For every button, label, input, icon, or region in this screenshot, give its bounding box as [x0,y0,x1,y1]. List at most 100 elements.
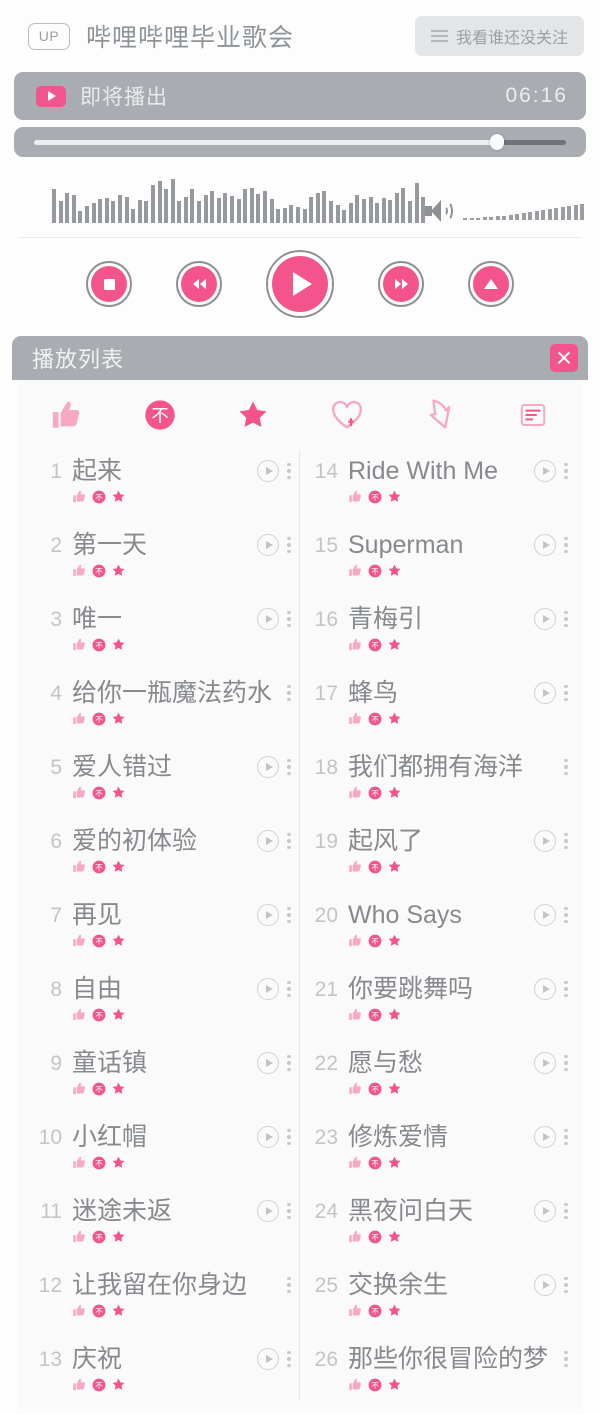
row-badge-thumbs-up-icon[interactable] [348,1303,363,1323]
row-badge-star-icon[interactable] [387,933,402,953]
row-badge-thumbs-up-icon[interactable] [348,1155,363,1175]
playlist-row[interactable]: 5 爱人错过不 [32,746,291,820]
row-badge-dislike-circle-icon[interactable]: 不 [92,638,106,657]
row-badge-dislike-circle-icon[interactable]: 不 [92,1378,106,1397]
playlist-row[interactable]: 13 庆祝不 [32,1338,291,1410]
track-play-icon[interactable] [534,1052,556,1074]
volume-bar[interactable] [489,217,494,220]
track-play-icon[interactable] [534,1274,556,1296]
playlist-row[interactable]: 19 起风了不 [308,820,568,894]
track-more-icon[interactable] [287,758,291,776]
row-badge-star-icon[interactable] [111,637,126,657]
row-badge-star-icon[interactable] [387,637,402,657]
playlist-row[interactable]: 23 修炼爱情不 [308,1116,568,1190]
row-badge-dislike-circle-icon[interactable]: 不 [92,786,106,805]
track-play-icon[interactable] [257,1348,279,1370]
row-badge-dislike-circle-icon[interactable]: 不 [368,1082,382,1101]
track-play-icon[interactable] [257,1126,279,1148]
track-more-icon[interactable] [287,1202,291,1220]
row-badge-thumbs-up-icon[interactable] [72,1155,87,1175]
playlist-row[interactable]: 10 小红帽不 [32,1116,291,1190]
volume-level-bars[interactable] [463,202,585,220]
playlist-row[interactable]: 14 Ride With Me 不 [308,450,568,524]
track-more-icon[interactable] [564,1350,568,1368]
track-play-icon[interactable] [257,534,279,556]
row-badge-dislike-circle-icon[interactable]: 不 [368,564,382,583]
volume-bar[interactable] [515,214,520,220]
row-badge-thumbs-up-icon[interactable] [348,1007,363,1027]
playlist-row[interactable]: 4 给你一瓶魔法药水不 [32,672,291,746]
thumbs-up-icon[interactable] [46,394,88,436]
track-play-icon[interactable] [534,534,556,556]
track-play-icon[interactable] [534,978,556,1000]
volume-bar[interactable] [573,205,578,220]
track-more-icon[interactable] [564,1128,568,1146]
row-badge-dislike-circle-icon[interactable]: 不 [92,1082,106,1101]
playlist-row[interactable]: 15 Superman 不 [308,524,568,598]
row-badge-dislike-circle-icon[interactable]: 不 [92,564,106,583]
playlist-row[interactable]: 16 青梅引不 [308,598,568,672]
row-badge-dislike-circle-icon[interactable]: 不 [92,860,106,879]
row-badge-star-icon[interactable] [387,1081,402,1101]
track-play-icon[interactable] [257,1052,279,1074]
track-play-icon[interactable] [257,1200,279,1222]
row-badge-star-icon[interactable] [111,1155,126,1175]
volume-bar[interactable] [534,211,539,220]
track-more-icon[interactable] [564,1054,568,1072]
track-more-icon[interactable] [564,832,568,850]
track-more-icon[interactable] [564,1276,568,1294]
row-badge-star-icon[interactable] [111,1229,126,1249]
track-play-icon[interactable] [534,830,556,852]
playlist-row[interactable]: 7 再见不 [32,894,291,968]
row-badge-star-icon[interactable] [111,1377,126,1397]
volume-bar[interactable] [463,218,468,220]
eject-button[interactable] [468,261,514,307]
playlist-row[interactable]: 6 爱的初体验不 [32,820,291,894]
dislike-circle-icon[interactable]: 不 [139,394,181,436]
row-badge-star-icon[interactable] [111,859,126,879]
row-badge-dislike-circle-icon[interactable]: 不 [368,1156,382,1175]
row-badge-star-icon[interactable] [387,1229,402,1249]
share-arrow-icon[interactable] [419,394,461,436]
volume-bar[interactable] [547,209,552,220]
row-badge-thumbs-up-icon[interactable] [72,563,87,583]
track-play-icon[interactable] [257,830,279,852]
volume-bar[interactable] [580,204,585,220]
track-more-icon[interactable] [287,980,291,998]
playlist-row[interactable]: 25 交换余生不 [308,1264,568,1338]
playlist-row[interactable]: 8 自由不 [32,968,291,1042]
row-badge-dislike-circle-icon[interactable]: 不 [368,638,382,657]
track-play-icon[interactable] [534,460,556,482]
track-more-icon[interactable] [287,1350,291,1368]
row-badge-star-icon[interactable] [387,859,402,879]
row-badge-thumbs-up-icon[interactable] [348,933,363,953]
volume-bar[interactable] [476,218,481,220]
row-badge-thumbs-up-icon[interactable] [348,1229,363,1249]
volume-bar[interactable] [482,217,487,220]
volume-bar[interactable] [495,216,500,220]
row-badge-thumbs-up-icon[interactable] [72,859,87,879]
row-badge-thumbs-up-icon[interactable] [72,711,87,731]
playlist-row[interactable]: 18 我们都拥有海洋不 [308,746,568,820]
track-play-icon[interactable] [257,756,279,778]
track-more-icon[interactable] [287,684,291,702]
row-badge-dislike-circle-icon[interactable]: 不 [92,1304,106,1323]
stop-button[interactable] [86,261,132,307]
row-badge-star-icon[interactable] [111,1007,126,1027]
row-badge-dislike-circle-icon[interactable]: 不 [92,934,106,953]
row-badge-star-icon[interactable] [111,1081,126,1101]
volume-control[interactable] [425,199,600,223]
row-badge-star-icon[interactable] [111,933,126,953]
track-more-icon[interactable] [564,906,568,924]
row-badge-thumbs-up-icon[interactable] [348,563,363,583]
playlist-row[interactable]: 21 你要跳舞吗不 [308,968,568,1042]
track-more-icon[interactable] [287,906,291,924]
row-badge-dislike-circle-icon[interactable]: 不 [92,1156,106,1175]
row-badge-dislike-circle-icon[interactable]: 不 [368,1378,382,1397]
row-badge-thumbs-up-icon[interactable] [348,785,363,805]
progress-bar-container[interactable] [14,127,586,157]
row-badge-star-icon[interactable] [387,489,402,509]
row-badge-thumbs-up-icon[interactable] [348,1081,363,1101]
track-play-icon[interactable] [257,460,279,482]
volume-bar[interactable] [567,206,572,220]
